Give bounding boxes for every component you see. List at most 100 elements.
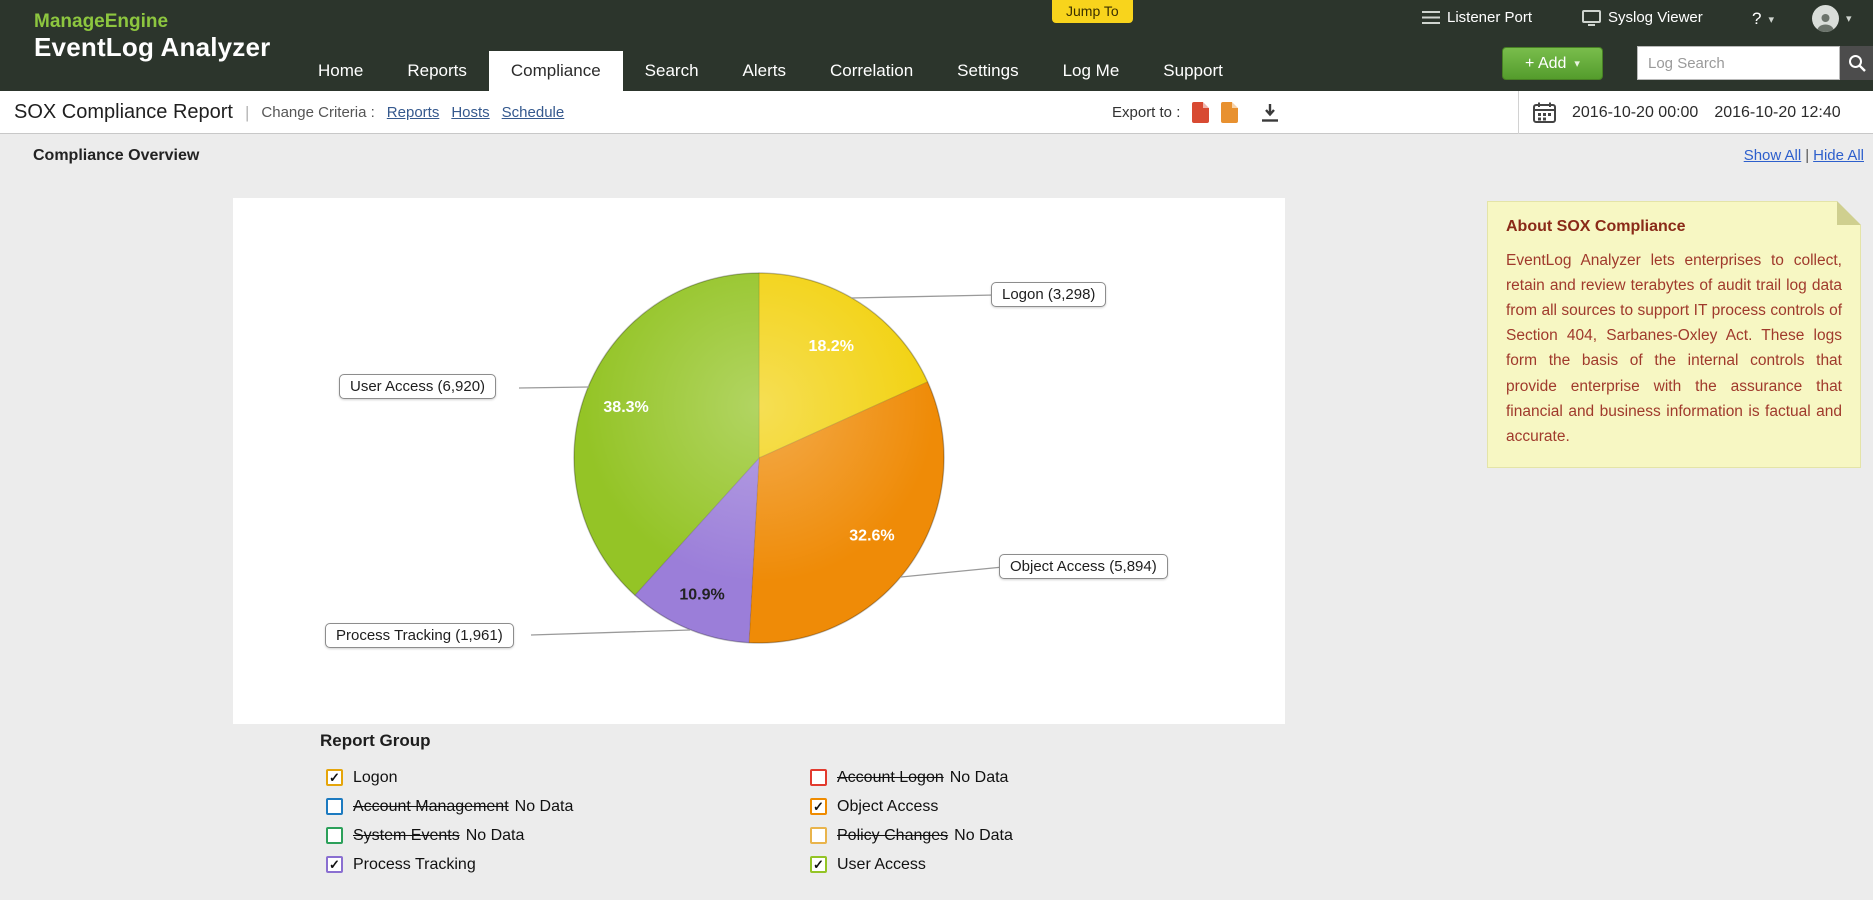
report-group-label: Account Management xyxy=(353,797,509,815)
nav-support[interactable]: Support xyxy=(1141,51,1245,91)
chart-panel: 18.2% 32.6% 10.9% 38.3% Logon (3,298) User … xyxy=(233,198,1285,724)
report-group-label: User Access xyxy=(837,855,926,873)
export-to-label: Export to : xyxy=(1112,104,1181,121)
report-title-bar: SOX Compliance Report | Change Criteria … xyxy=(0,91,1873,134)
export-pdf-icon[interactable] xyxy=(1192,102,1210,123)
calendar-icon xyxy=(1533,102,1556,123)
criteria-reports-link[interactable]: Reports xyxy=(387,104,440,121)
top-header-bar: ManageEngine EventLog Analyzer Jump To L… xyxy=(0,0,1873,91)
pie-percentage-label: 32.6% xyxy=(849,527,894,544)
main-nav: Home Reports Compliance Search Alerts Co… xyxy=(296,51,1245,91)
user-account-menu[interactable]: ▾ xyxy=(1812,5,1852,32)
pie-percentage-label: 38.3% xyxy=(603,399,648,416)
callout-logon: Logon (3,298) xyxy=(991,282,1107,307)
avatar xyxy=(1812,5,1839,32)
checkbox[interactable]: ✓ xyxy=(810,769,827,786)
listener-port-label: Listener Port xyxy=(1447,9,1533,26)
nav-compliance[interactable]: Compliance xyxy=(488,51,623,91)
change-criteria-label: Change Criteria : xyxy=(261,104,375,121)
separator: | xyxy=(244,102,250,122)
brand-product-name: EventLog Analyzer xyxy=(34,31,271,62)
report-group-item-logon[interactable]: ✓ Logon xyxy=(326,763,573,792)
hide-all-link[interactable]: Hide All xyxy=(1813,147,1864,164)
report-group-item-policy-changes[interactable]: ✓ Policy Changes No Data xyxy=(810,821,1013,850)
chevron-down-icon: ▾ xyxy=(1574,58,1580,70)
checkbox[interactable]: ✓ xyxy=(810,827,827,844)
no-data-label: No Data xyxy=(465,826,525,844)
syslog-viewer-button[interactable]: Syslog Viewer xyxy=(1582,9,1703,26)
checkbox[interactable]: ✓ xyxy=(326,798,343,815)
checkbox[interactable]: ✓ xyxy=(326,856,343,873)
about-panel-title: About SOX Compliance xyxy=(1506,218,1686,235)
callout-object-access: Object Access (5,894) xyxy=(999,554,1168,579)
check-icon: ✓ xyxy=(813,857,824,872)
nav-log-me[interactable]: Log Me xyxy=(1041,51,1142,91)
criteria-hosts-link[interactable]: Hosts xyxy=(451,104,489,121)
report-group-label: Process Tracking xyxy=(353,855,476,873)
chevron-down-icon: ▾ xyxy=(1768,13,1774,26)
checkbox[interactable]: ✓ xyxy=(326,769,343,786)
syslog-viewer-icon xyxy=(1582,9,1601,26)
listener-port-button[interactable]: Listener Port xyxy=(1422,9,1532,26)
report-group-item-account-logon[interactable]: ✓ Account Logon No Data xyxy=(810,763,1013,792)
report-group-label: System Events xyxy=(353,826,460,844)
search-icon xyxy=(1848,54,1866,72)
report-group-column-left: ✓ Logon ✓ Account Management No Data ✓ Sy… xyxy=(326,763,573,879)
report-group-item-object-access[interactable]: ✓ Object Access xyxy=(810,792,1013,821)
no-data-label: No Data xyxy=(514,797,574,815)
check-icon: ✓ xyxy=(329,857,340,872)
callout-user-access: User Access (6,920) xyxy=(339,374,497,399)
compliance-overview-heading: Compliance Overview xyxy=(33,147,200,164)
nav-search[interactable]: Search xyxy=(623,51,721,91)
callout-process-tracking: Process Tracking (1,961) xyxy=(325,623,514,648)
nav-alerts[interactable]: Alerts xyxy=(721,51,808,91)
pie-percentage-label: 18.2% xyxy=(809,338,854,355)
date-from[interactable]: 2016-10-20 00:00 xyxy=(1572,104,1698,122)
nav-home[interactable]: Home xyxy=(296,51,385,91)
show-hide-controls: Show All | Hide All xyxy=(1744,147,1864,164)
checkbox[interactable]: ✓ xyxy=(326,827,343,844)
date-to[interactable]: 2016-10-20 12:40 xyxy=(1714,104,1840,122)
date-range-picker[interactable]: 2016-10-20 00:00 2016-10-20 12:40 xyxy=(1518,91,1873,134)
help-menu[interactable]: ? ▾ xyxy=(1752,9,1774,29)
report-group-item-user-access[interactable]: ✓ User Access xyxy=(810,850,1013,879)
add-button[interactable]: + Add ▾ xyxy=(1502,47,1603,80)
report-group-item-system-events[interactable]: ✓ System Events No Data xyxy=(326,821,573,850)
no-data-label: No Data xyxy=(949,768,1009,786)
nav-reports[interactable]: Reports xyxy=(385,51,489,91)
report-group-column-right: ✓ Account Logon No Data ✓ Object Access ✓… xyxy=(810,763,1013,879)
report-group-label: Policy Changes xyxy=(837,826,949,844)
add-button-label: + Add xyxy=(1525,54,1567,72)
about-sox-compliance-panel: About SOX Compliance EventLog Analyzer l… xyxy=(1487,201,1861,468)
download-icon[interactable] xyxy=(1260,103,1280,122)
chevron-down-icon: ▾ xyxy=(1846,13,1852,25)
pie-percentage-label: 10.9% xyxy=(679,587,724,604)
check-icon: ✓ xyxy=(329,770,340,785)
log-search-input[interactable] xyxy=(1637,46,1840,80)
search-button[interactable] xyxy=(1840,46,1873,80)
report-group-heading: Report Group xyxy=(320,731,431,750)
report-group-label: Object Access xyxy=(837,797,939,815)
report-group-item-account-management[interactable]: ✓ Account Management No Data xyxy=(326,792,573,821)
nav-settings[interactable]: Settings xyxy=(935,51,1040,91)
criteria-schedule-link[interactable]: Schedule xyxy=(502,104,565,121)
report-group-label: Logon xyxy=(353,768,398,786)
page-title: SOX Compliance Report xyxy=(14,101,233,123)
no-data-label: No Data xyxy=(954,826,1013,844)
brand-manageengine: ManageEngine xyxy=(34,11,169,32)
report-group-label: Account Logon xyxy=(837,768,944,786)
export-csv-icon[interactable] xyxy=(1221,102,1239,123)
report-group-item-process-tracking[interactable]: ✓ Process Tracking xyxy=(326,850,573,879)
nav-correlation[interactable]: Correlation xyxy=(808,51,935,91)
show-all-link[interactable]: Show All xyxy=(1744,147,1802,164)
separator: | xyxy=(1805,147,1810,164)
about-panel-body: EventLog Analyzer lets enterprises to co… xyxy=(1506,252,1842,445)
listener-port-icon xyxy=(1422,10,1440,25)
app-logo[interactable]: ManageEngine EventLog Analyzer xyxy=(34,11,271,62)
checkbox[interactable]: ✓ xyxy=(810,798,827,815)
syslog-viewer-label: Syslog Viewer xyxy=(1608,9,1703,26)
help-icon: ? xyxy=(1752,9,1762,28)
checkbox[interactable]: ✓ xyxy=(810,856,827,873)
jump-to-button[interactable]: Jump To xyxy=(1052,0,1133,23)
check-icon: ✓ xyxy=(813,799,824,814)
